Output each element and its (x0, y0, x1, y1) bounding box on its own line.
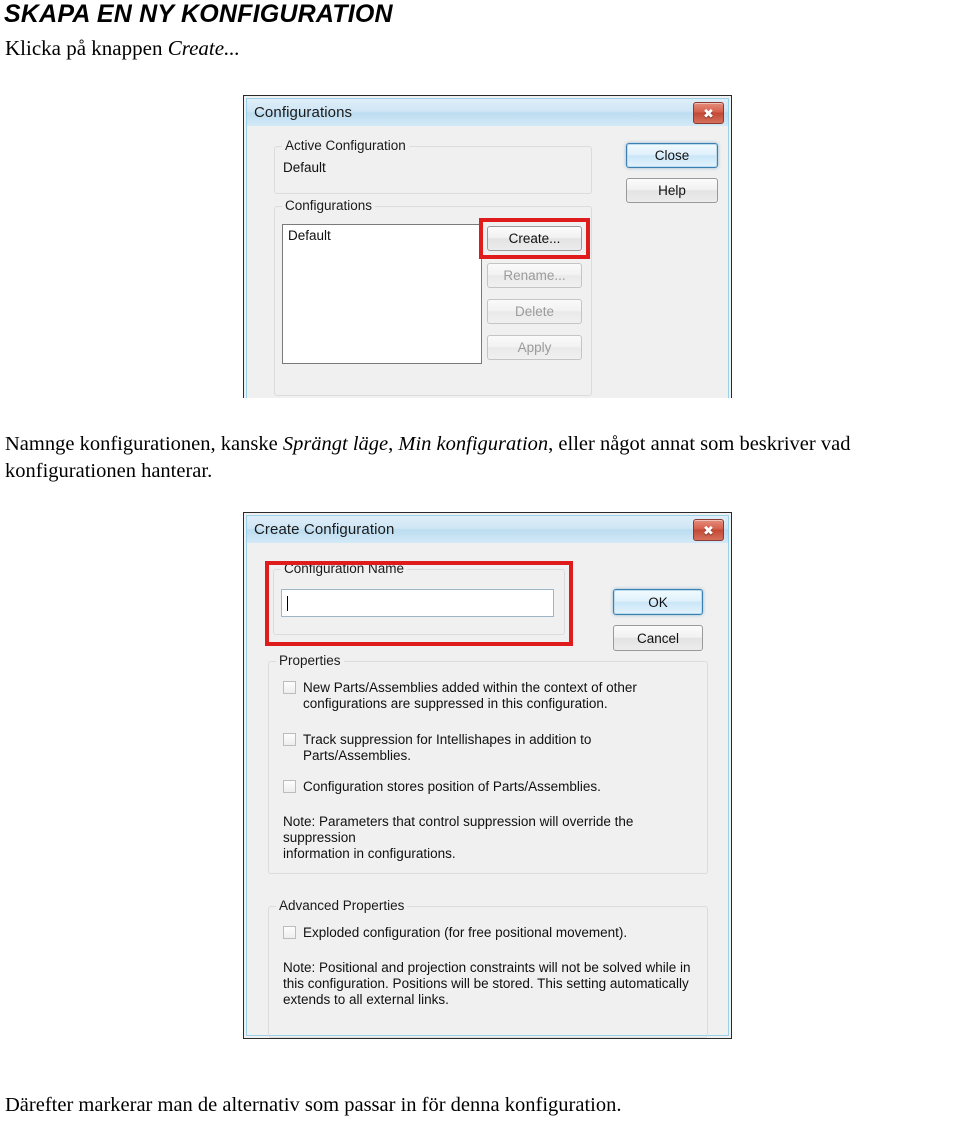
properties-note-line2: information in configurations. (283, 846, 456, 861)
close-icon[interactable]: ✖ (693, 519, 724, 541)
configuration-name-label: Configuration Name (281, 561, 408, 576)
create-configuration-dialog-title: Create Configuration (254, 521, 395, 538)
configuration-name-input[interactable] (281, 589, 554, 617)
checkbox-track-suppression[interactable] (283, 733, 296, 746)
close-icon-glyph: ✖ (703, 105, 714, 121)
apply-button[interactable]: Apply (487, 335, 582, 360)
configurations-dialog-titlebar[interactable]: Configurations ✖ (247, 99, 728, 126)
advanced-properties-note-line3: extends to all external links. (283, 992, 449, 1007)
properties-note-line1: Note: Parameters that control suppressio… (283, 814, 634, 845)
help-button[interactable]: Help (626, 178, 718, 203)
screenshot-crop-mask-top (0, 398, 960, 434)
checkbox-stores-position[interactable] (283, 780, 296, 793)
advanced-properties-note-line2: this configuration. Positions will be st… (283, 976, 689, 991)
delete-button-label: Delete (514, 304, 555, 319)
checkbox-exploded-configuration-label: Exploded configuration (for free positio… (303, 925, 628, 940)
create-configuration-dialog-titlebar[interactable]: Create Configuration ✖ (247, 516, 728, 543)
active-configuration-group: Active Configuration Default (274, 138, 592, 194)
instruction-paragraph: Namnge konfigurationen, kanske Sprängt l… (5, 431, 960, 485)
checkbox-track-suppression-label: Track suppression for Intellishapes in a… (303, 732, 592, 763)
checkbox-new-parts[interactable] (283, 681, 296, 694)
checkbox-row-track-suppression[interactable]: Track suppression for Intellishapes in a… (283, 732, 688, 764)
page-title: SKAPA EN NY KONFIGURATION (4, 0, 393, 28)
configurations-dialog-title: Configurations (254, 104, 353, 121)
create-configuration-dialog[interactable]: Create Configuration ✖ Configuration Nam… (243, 512, 732, 1039)
apply-button-label: Apply (517, 340, 552, 355)
configurations-dialog[interactable]: Configurations ✖ Active Configuration De… (243, 95, 732, 425)
instruction-line-1-text: Klicka på knappen (5, 36, 168, 60)
active-configuration-label: Active Configuration (282, 138, 409, 153)
create-button[interactable]: Create... (487, 226, 582, 251)
active-configuration-value: Default (283, 160, 326, 175)
advanced-properties-note-line1: Note: Positional and projection constrai… (283, 960, 691, 975)
rename-button[interactable]: Rename... (487, 263, 582, 288)
instruction-line-1: Klicka på knappen Create... (5, 36, 240, 61)
properties-note: Note: Parameters that control suppressio… (283, 814, 703, 862)
list-item[interactable]: Default (283, 225, 481, 243)
ok-button[interactable]: OK (613, 589, 703, 615)
checkbox-exploded-configuration[interactable] (283, 926, 296, 939)
paragraph-emphasis-1: Sprängt läge (282, 433, 389, 455)
create-button-label: Create... (508, 231, 561, 246)
close-icon[interactable]: ✖ (693, 102, 724, 124)
instruction-line-1-emphasis: Create... (167, 36, 240, 60)
create-configuration-dialog-body: Configuration Name OK Cancel Properties … (247, 543, 728, 1038)
delete-button[interactable]: Delete (487, 299, 582, 324)
advanced-properties-group-label: Advanced Properties (276, 898, 408, 913)
advanced-properties-note: Note: Positional and projection constrai… (283, 960, 703, 1008)
close-icon-glyph: ✖ (703, 522, 714, 538)
checkbox-new-parts-line1: New Parts/Assemblies added within the co… (303, 680, 637, 695)
cancel-button[interactable]: Cancel (613, 625, 703, 651)
configurations-dialog-body: Active Configuration Default Configurati… (247, 126, 728, 421)
checkbox-row-stores-position[interactable]: Configuration stores position of Parts/A… (283, 779, 688, 795)
checkbox-row-exploded-configuration[interactable]: Exploded configuration (for free positio… (283, 925, 688, 941)
checkbox-new-parts-label: New Parts/Assemblies added within the co… (303, 680, 637, 712)
paragraph-emphasis-2: Min konfiguration (398, 433, 549, 455)
paragraph-part-2: , (388, 433, 399, 455)
checkbox-row-new-parts[interactable]: New Parts/Assemblies added within the co… (283, 680, 688, 712)
checkbox-new-parts-line2: configurations are suppressed in this co… (303, 696, 608, 711)
properties-group-label: Properties (276, 653, 344, 668)
closing-instruction: Därefter markerar man de alternativ som … (5, 1094, 622, 1116)
configurations-group-label: Configurations (282, 198, 376, 213)
configurations-listbox[interactable]: Default (282, 224, 482, 364)
rename-button-label: Rename... (503, 268, 566, 283)
text-cursor (287, 595, 288, 611)
close-button[interactable]: Close (626, 143, 718, 168)
paragraph-part-1: Namnge konfigurationen, kanske (5, 433, 283, 455)
checkbox-stores-position-label: Configuration stores position of Parts/A… (303, 779, 601, 794)
